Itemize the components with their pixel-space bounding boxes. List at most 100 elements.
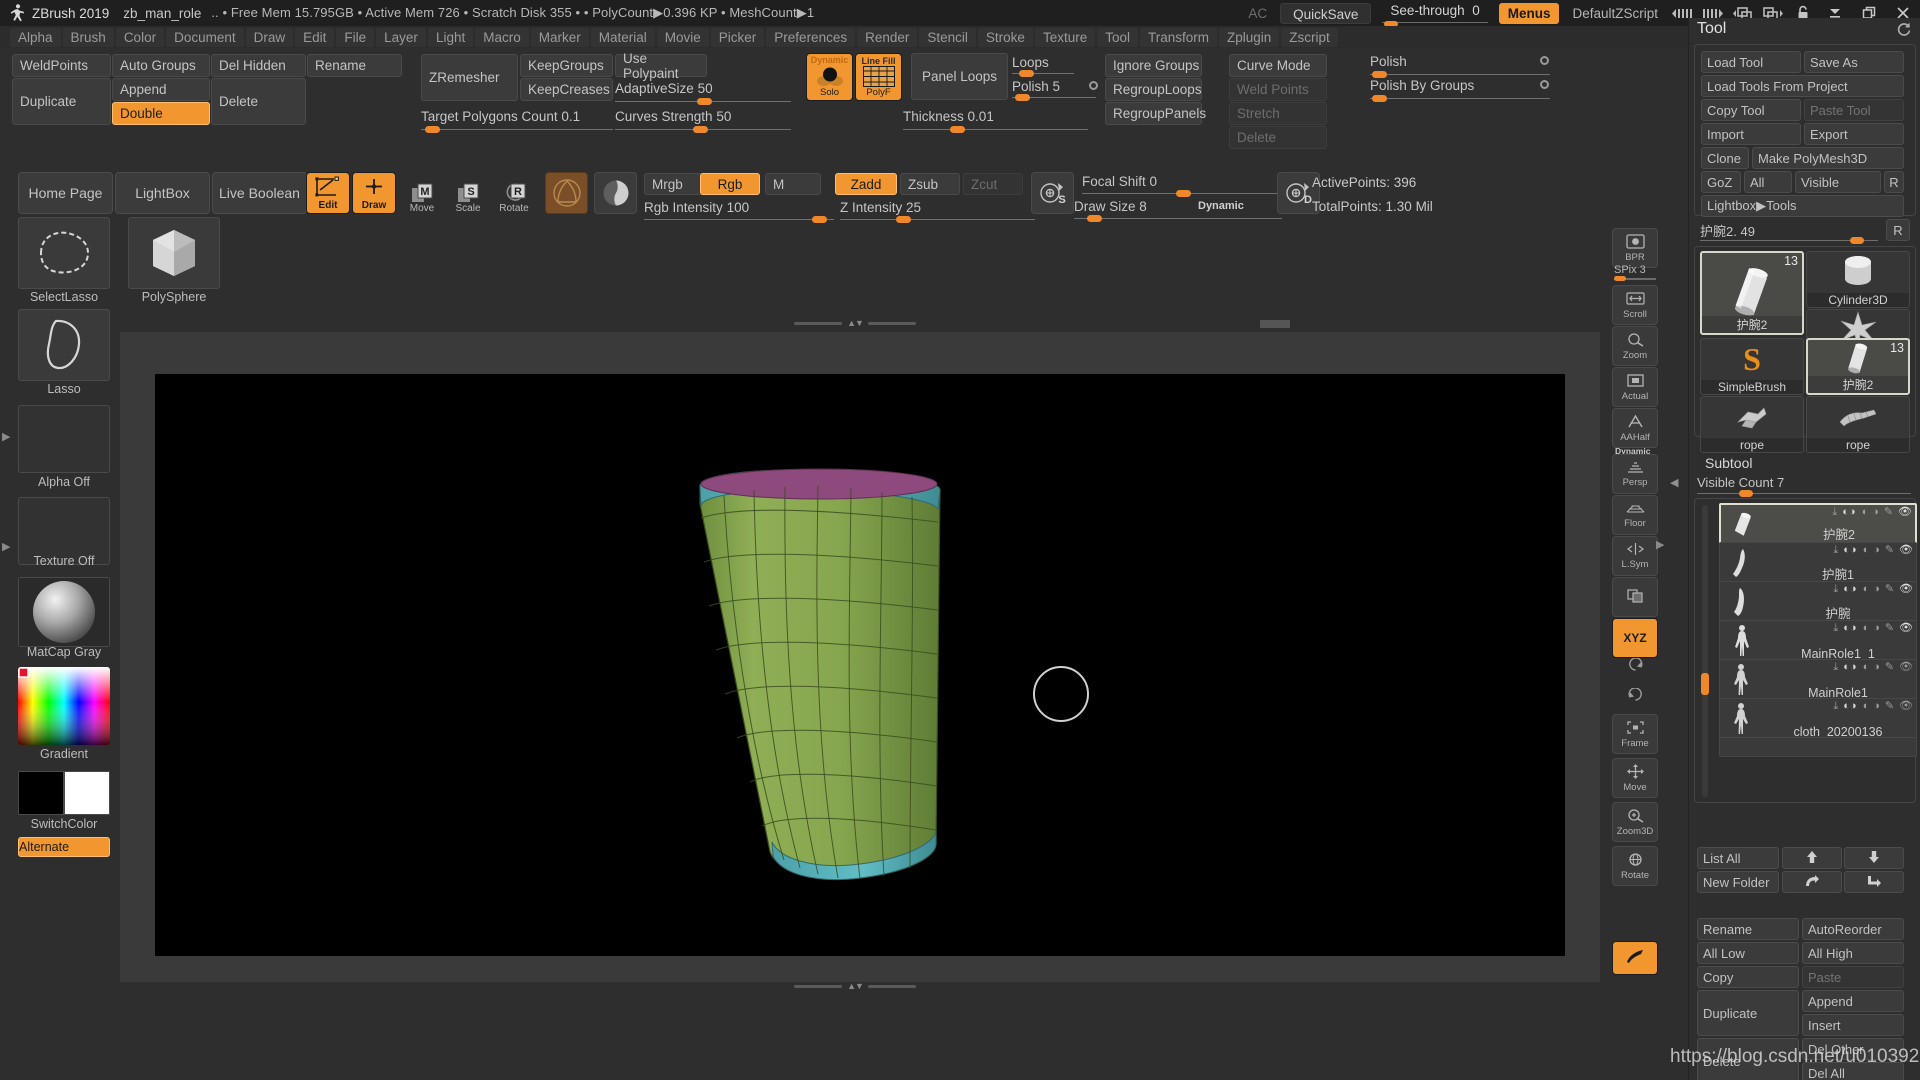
zadd-button[interactable]: Zadd (835, 173, 897, 195)
regroup-loops-button[interactable]: RegroupLoops (1105, 78, 1202, 101)
polyframe-button[interactable]: Line Fill PolyF (855, 53, 902, 101)
visible-button[interactable]: Visible (1795, 171, 1881, 193)
perspective-button[interactable]: Persp (1612, 454, 1658, 494)
move-view-button[interactable]: Move (1612, 758, 1658, 798)
subtool-row-3-icons[interactable]: ⤓ ◐◑ ◖ ◑ ✎ 👁 (1833, 623, 1913, 634)
tool-cell-3[interactable]: S SimpleBrush (1700, 338, 1804, 395)
subtool-row-5[interactable]: ⤓ ◐◑ ◖ ◑ ✎ 👁 cloth_20200136 (1719, 698, 1917, 740)
menu-alpha[interactable]: Alpha (10, 27, 61, 47)
menu-document[interactable]: Document (166, 27, 244, 47)
tool-cell-5[interactable]: rope (1700, 396, 1804, 453)
double-button[interactable]: Double (112, 102, 210, 125)
weldpoints-button[interactable]: WeldPoints (12, 54, 111, 77)
clone-button[interactable]: Clone (1701, 147, 1749, 169)
load-tools-from-project-button[interactable]: Load Tools From Project (1701, 75, 1904, 97)
menu-transform[interactable]: Transform (1139, 27, 1217, 47)
tool-cell-6[interactable]: rope (1806, 396, 1910, 453)
move-up-button[interactable] (1782, 847, 1842, 869)
right-tray-handle[interactable]: ▶ (1656, 538, 1664, 551)
spix-knob[interactable] (1614, 276, 1626, 281)
subtool-row-1-icons[interactable]: ⤓ ◐◑ ◖ ◑ ✎ 👁 (1833, 545, 1913, 556)
r-button[interactable]: R (1884, 171, 1904, 193)
curve-mode-button[interactable]: Curve Mode (1229, 54, 1327, 77)
del-hidden-button[interactable]: Del Hidden (211, 54, 306, 77)
make-polymesh3d-button[interactable]: Make PolyMesh3D (1752, 147, 1904, 169)
edit-mode-button[interactable]: Edit (306, 172, 350, 214)
list-all-button[interactable]: List All (1697, 847, 1779, 869)
menu-tool[interactable]: Tool (1097, 27, 1138, 47)
refresh-icon[interactable] (1896, 21, 1912, 41)
move-mode-button[interactable]: M Move (400, 174, 444, 214)
bpr-button[interactable]: BPR (1612, 228, 1658, 268)
menus-button[interactable]: Menus (1498, 2, 1560, 24)
save-as-button[interactable]: Save As (1804, 51, 1904, 73)
alpha-off-thumbnail[interactable] (18, 405, 110, 473)
keepgroups-button[interactable]: KeepGroups (520, 54, 613, 77)
zcut-button[interactable]: Zcut (963, 173, 1023, 195)
all-button[interactable]: All (1744, 171, 1792, 193)
polysphere-thumbnail[interactable] (128, 217, 220, 289)
tool-cell-0[interactable]: 13 护腕2 (1700, 251, 1804, 335)
focal-shift-button[interactable]: S (1031, 172, 1074, 214)
panel-loops-button[interactable]: Panel Loops (911, 53, 1008, 100)
menu-edit[interactable]: Edit (295, 27, 335, 47)
matcap-gray-thumbnail[interactable] (18, 577, 110, 647)
target-polygons-slider[interactable]: Target Polygons Count 0.1 (421, 108, 613, 133)
lasso-stroke-thumbnail[interactable] (18, 309, 110, 381)
left-tray-handle-bottom[interactable]: ▶ (2, 540, 10, 553)
current-item-slider[interactable]: 护腕2. 49 (1700, 221, 1878, 244)
canvas-resize-handle[interactable] (1260, 320, 1290, 328)
menu-brush[interactable]: Brush (62, 27, 114, 47)
home-page-button[interactable]: Home Page (18, 172, 113, 214)
curves-strength-slider[interactable]: Curves Strength 50 (615, 108, 791, 133)
transparency-button[interactable] (1612, 941, 1658, 975)
rotate-mode-button[interactable]: R Rotate (492, 174, 536, 214)
append-button[interactable]: Append (112, 78, 210, 101)
rotate-cw-button[interactable] (1612, 683, 1658, 709)
rotate-view-button[interactable]: Rotate (1612, 846, 1658, 886)
menu-zscript[interactable]: Zscript (1281, 27, 1338, 47)
polish-shelf-slider[interactable]: Polish 5 (1012, 78, 1096, 101)
delete-button[interactable]: Delete (211, 78, 306, 125)
adaptivesize-slider[interactable]: AdaptiveSize 50 (615, 80, 791, 105)
thickness-slider[interactable]: Thickness 0.01 (903, 108, 1088, 133)
append-subtool-button[interactable]: Append (1802, 990, 1904, 1012)
subtool-row-3[interactable]: ⤓ ◐◑ ◖ ◑ ✎ 👁 MainRole1_1 (1719, 620, 1917, 662)
keepcreases-button[interactable]: KeepCreases (520, 78, 613, 101)
menu-light[interactable]: Light (427, 27, 474, 47)
import-button[interactable]: Import (1701, 123, 1801, 145)
subtool-row-4[interactable]: ⤓ ◐◑ ◖ ◑ ✎ 👁 MainRole1 (1719, 659, 1917, 701)
subtool-row-0[interactable]: ⤓ ◐◑ ◖ ◑ ✎ 👁 护腕2 (1719, 503, 1917, 545)
zoom-button[interactable]: Zoom (1612, 326, 1658, 366)
subtool-scroll-thumb[interactable] (1701, 673, 1709, 695)
loops-slider[interactable]: Loops (1012, 54, 1074, 77)
focal-shift-slider[interactable]: Focal Shift 0 (1082, 173, 1282, 197)
menu-marker[interactable]: Marker (530, 27, 589, 47)
menu-render[interactable]: Render (857, 27, 918, 47)
move-out-button[interactable] (1782, 871, 1842, 893)
subtool-row-5-icons[interactable]: ⤓ ◐◑ ◖ ◑ ✎ 👁 (1833, 701, 1913, 712)
xyz-symmetry-button[interactable]: XYZ (1612, 618, 1658, 658)
see-through-slider[interactable]: See-through 0 (1380, 1, 1489, 27)
current-brush-thumbnail[interactable] (545, 172, 588, 214)
tool-cell-1[interactable]: Cylinder3D (1806, 251, 1910, 308)
canvas-bottom-handle[interactable]: ▲▼ (790, 980, 920, 992)
polish-mode-radio-1[interactable] (1540, 56, 1549, 65)
load-tool-button[interactable]: Load Tool (1701, 51, 1801, 73)
copy-subtool-button[interactable]: Copy (1697, 966, 1799, 988)
lightbox-button[interactable]: LightBox (115, 172, 210, 214)
polish-mode-radio-2[interactable] (1540, 80, 1549, 89)
menu-macro[interactable]: Macro (475, 27, 529, 47)
copy-tool-button[interactable]: Copy Tool (1701, 99, 1801, 121)
subtool-row-6[interactable] (1719, 737, 1917, 757)
duplicate-button[interactable]: Duplicate (12, 78, 111, 125)
transp-toggle-button[interactable] (1612, 577, 1658, 617)
primary-color-swatch[interactable] (18, 771, 64, 815)
polish-slider[interactable]: Polish (1370, 53, 1550, 78)
autoreorder-button[interactable]: AutoReorder (1802, 918, 1904, 940)
zsub-button[interactable]: Zsub (900, 173, 960, 195)
export-button[interactable]: Export (1804, 123, 1904, 145)
menu-draw[interactable]: Draw (245, 27, 294, 47)
local-symmetry-button[interactable]: L.Sym (1612, 536, 1658, 576)
auto-groups-button[interactable]: Auto Groups (112, 54, 210, 77)
